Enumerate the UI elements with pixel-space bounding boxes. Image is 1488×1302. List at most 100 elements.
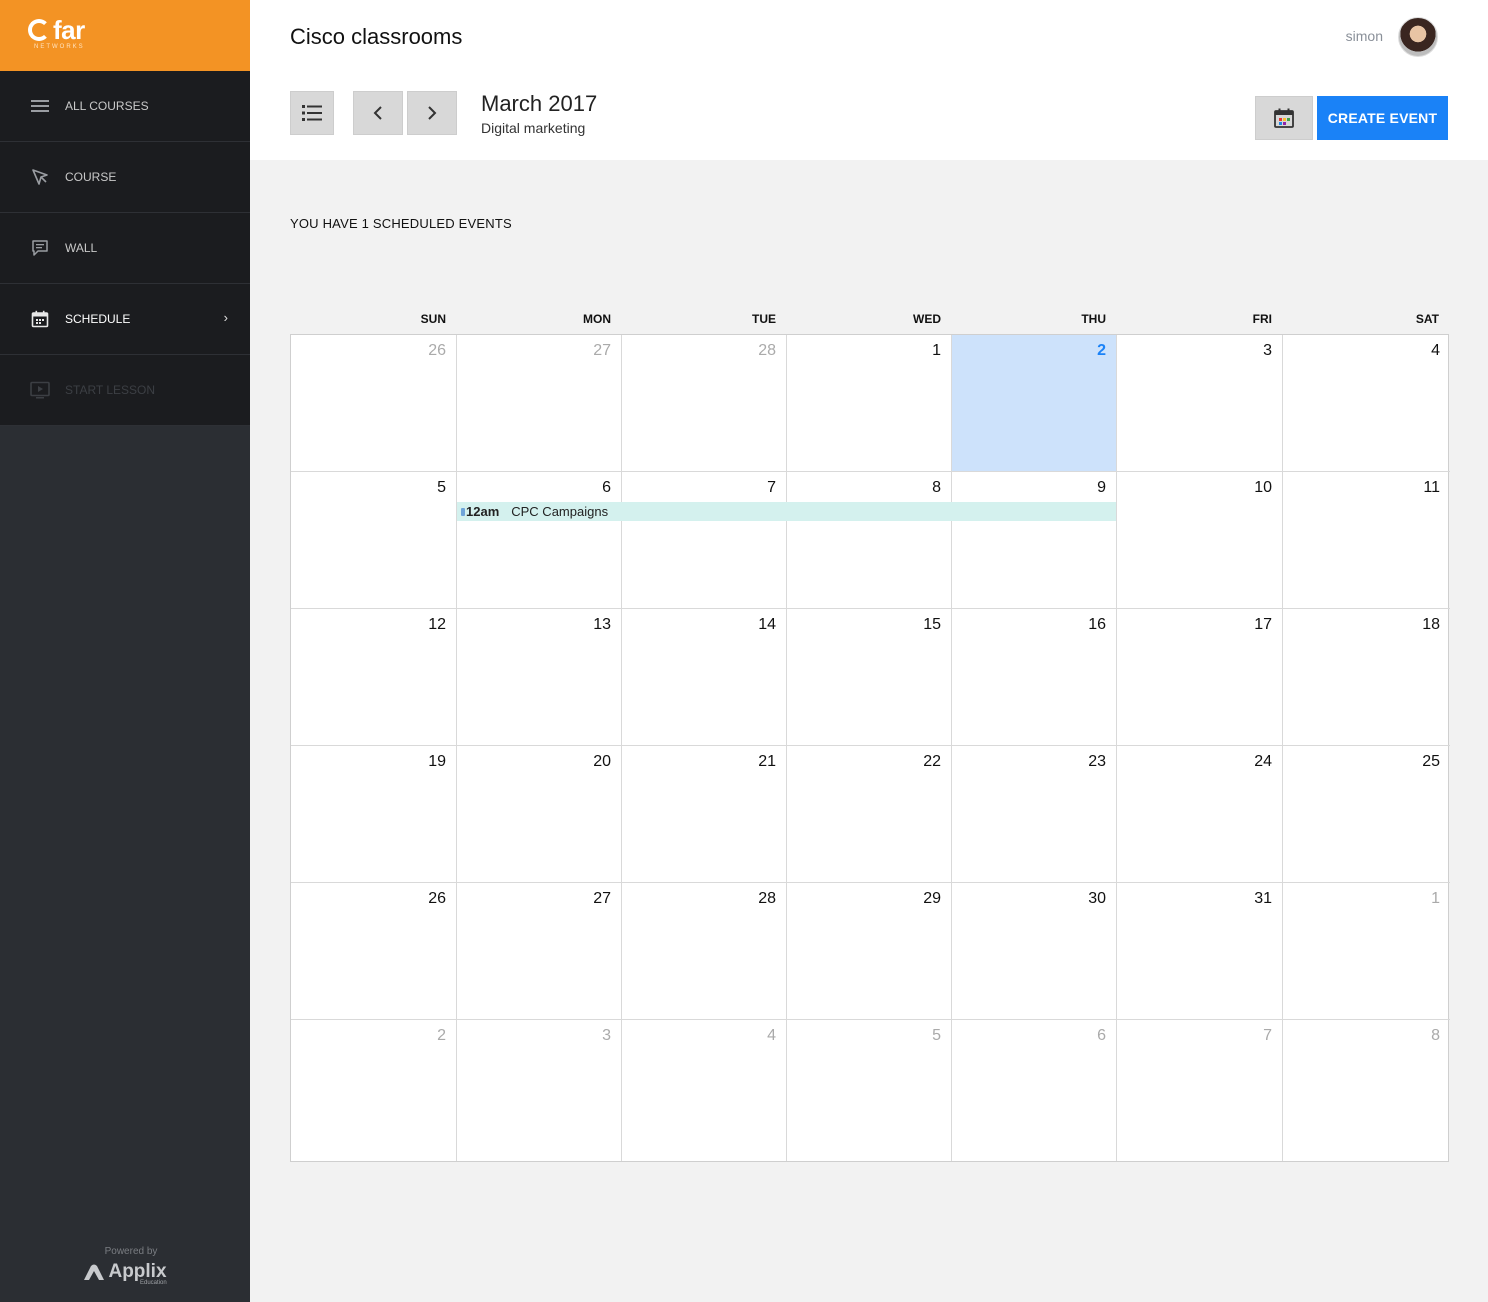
- sidebar-nav: ALL COURSES COURSE WALL SCHEDULE › START…: [0, 71, 250, 426]
- powered-by-label: Powered by: [104, 1246, 158, 1257]
- logo-subtitle: NETWORKS: [34, 44, 85, 50]
- calendar-day-cell[interactable]: 11: [1283, 472, 1450, 609]
- page-title: Cisco classrooms: [290, 24, 463, 49]
- calendar-day-cell[interactable]: 29: [787, 883, 952, 1020]
- powered-by: Powered by Applix Education: [0, 1246, 250, 1286]
- scheduled-events-text: YOU HAVE 1 SCHEDULED EVENTS: [290, 216, 512, 231]
- calendar-day-cell[interactable]: 5: [787, 1020, 952, 1161]
- day-number: 12: [428, 616, 446, 633]
- create-event-button[interactable]: CREATE EVENT: [1317, 96, 1448, 140]
- day-number: 3: [1263, 342, 1272, 359]
- logo-bar: far NETWORKS: [0, 0, 250, 71]
- sidebar-item-schedule[interactable]: SCHEDULE ›: [0, 284, 250, 355]
- day-number: 6: [1097, 1027, 1106, 1044]
- calendar-day-cell[interactable]: 21: [622, 746, 787, 883]
- calendar-day-cell[interactable]: 7: [1117, 1020, 1283, 1161]
- day-number: 2: [1097, 342, 1106, 359]
- powered-brand-subtitle: Education: [140, 1280, 167, 1286]
- list-icon: [302, 105, 322, 121]
- avatar[interactable]: [1398, 17, 1438, 57]
- calendar-day-cell[interactable]: 8: [787, 472, 952, 609]
- day-of-week-label: SUN: [420, 312, 446, 326]
- calendar-day-cell[interactable]: 8: [1283, 1020, 1450, 1161]
- sidebar-item-course[interactable]: COURSE: [0, 142, 250, 213]
- calendar-day-cell[interactable]: 26: [291, 335, 457, 472]
- day-number: 29: [923, 890, 941, 907]
- calendar-day-cell[interactable]: 25: [1283, 746, 1450, 883]
- calendar-day-cell[interactable]: 30: [952, 883, 1117, 1020]
- calendar-day-cell[interactable]: 31: [1117, 883, 1283, 1020]
- calendar-day-cell[interactable]: 28: [622, 335, 787, 472]
- sidebar-item-label: COURSE: [65, 170, 117, 184]
- calendar-day-cell[interactable]: 18: [1283, 609, 1450, 746]
- sidebar-item-wall[interactable]: WALL: [0, 213, 250, 284]
- sidebar-item-label: WALL: [65, 241, 98, 255]
- video-icon: [29, 379, 51, 401]
- calendar-day-cell[interactable]: 1: [787, 335, 952, 472]
- calendar-day-cell[interactable]: 17: [1117, 609, 1283, 746]
- list-view-button[interactable]: [290, 91, 334, 135]
- day-number: 20: [593, 753, 611, 770]
- day-number: 27: [593, 890, 611, 907]
- user-name[interactable]: simon: [1346, 28, 1383, 44]
- calendar-day-cell[interactable]: 3: [1117, 335, 1283, 472]
- day-number: 23: [1088, 753, 1106, 770]
- calendar-view-button[interactable]: [1255, 96, 1313, 140]
- day-number: 18: [1422, 616, 1440, 633]
- logo[interactable]: far: [28, 15, 85, 45]
- day-number: 19: [428, 753, 446, 770]
- calendar-day-cell[interactable]: 2: [291, 1020, 457, 1161]
- day-number: 3: [602, 1027, 611, 1044]
- calendar-day-cell-today[interactable]: 2: [952, 335, 1117, 472]
- day-of-week-label: SAT: [1415, 312, 1439, 326]
- chevron-right-icon: [428, 106, 437, 120]
- calendar-day-cell[interactable]: 4: [622, 1020, 787, 1161]
- next-month-button[interactable]: [407, 91, 457, 135]
- calendar-day-cell[interactable]: 23: [952, 746, 1117, 883]
- calendar-day-cell[interactable]: 24: [1117, 746, 1283, 883]
- day-number: 31: [1254, 890, 1272, 907]
- calendar-day-cell[interactable]: 6: [457, 472, 622, 609]
- day-of-week-label: THU: [1081, 312, 1106, 326]
- calendar-day-cell[interactable]: 10: [1117, 472, 1283, 609]
- chevron-left-icon: [373, 106, 382, 120]
- applix-logo-icon: [84, 1264, 105, 1280]
- calendar-day-cell[interactable]: 3: [457, 1020, 622, 1161]
- calendar-day-cell[interactable]: 1: [1283, 883, 1450, 1020]
- calendar-day-cell[interactable]: 26: [291, 883, 457, 1020]
- calendar-day-cell[interactable]: 19: [291, 746, 457, 883]
- calendar-day-cell[interactable]: 14: [622, 609, 787, 746]
- day-number: 7: [767, 479, 776, 496]
- day-number: 30: [1088, 890, 1106, 907]
- day-number: 16: [1088, 616, 1106, 633]
- prev-month-button[interactable]: [353, 91, 403, 135]
- calendar-day-cell[interactable]: 15: [787, 609, 952, 746]
- calendar-day-cell[interactable]: 12: [291, 609, 457, 746]
- day-number: 8: [932, 479, 941, 496]
- menu-icon: [29, 95, 51, 117]
- calendar-day-cell[interactable]: 9: [952, 472, 1117, 609]
- calendar-day-cell[interactable]: 5: [291, 472, 457, 609]
- day-number: 28: [758, 342, 776, 359]
- chat-icon: [29, 237, 51, 259]
- day-number: 13: [593, 616, 611, 633]
- day-number: 21: [758, 753, 776, 770]
- calendar-icon: [29, 308, 51, 330]
- calendar-day-cell[interactable]: 27: [457, 883, 622, 1020]
- calendar-day-cell[interactable]: 4: [1283, 335, 1450, 472]
- calendar-day-cell[interactable]: 22: [787, 746, 952, 883]
- calendar-day-cell[interactable]: 6: [952, 1020, 1117, 1161]
- calendar-day-cell[interactable]: 16: [952, 609, 1117, 746]
- logo-text: far: [53, 15, 85, 45]
- calendar-day-cell[interactable]: 27: [457, 335, 622, 472]
- day-number: 26: [428, 890, 446, 907]
- sidebar-item-label: START LESSON: [65, 383, 156, 397]
- sidebar-item-all-courses[interactable]: ALL COURSES: [0, 71, 250, 142]
- day-number: 9: [1097, 479, 1106, 496]
- calendar-day-cell[interactable]: 13: [457, 609, 622, 746]
- calendar-day-cell[interactable]: 20: [457, 746, 622, 883]
- month-subtitle: Digital marketing: [481, 120, 586, 136]
- calendar-day-cell[interactable]: 7: [622, 472, 787, 609]
- calendar-day-cell[interactable]: 28: [622, 883, 787, 1020]
- calendar-event[interactable]: 12am CPC Campaigns: [457, 502, 1116, 521]
